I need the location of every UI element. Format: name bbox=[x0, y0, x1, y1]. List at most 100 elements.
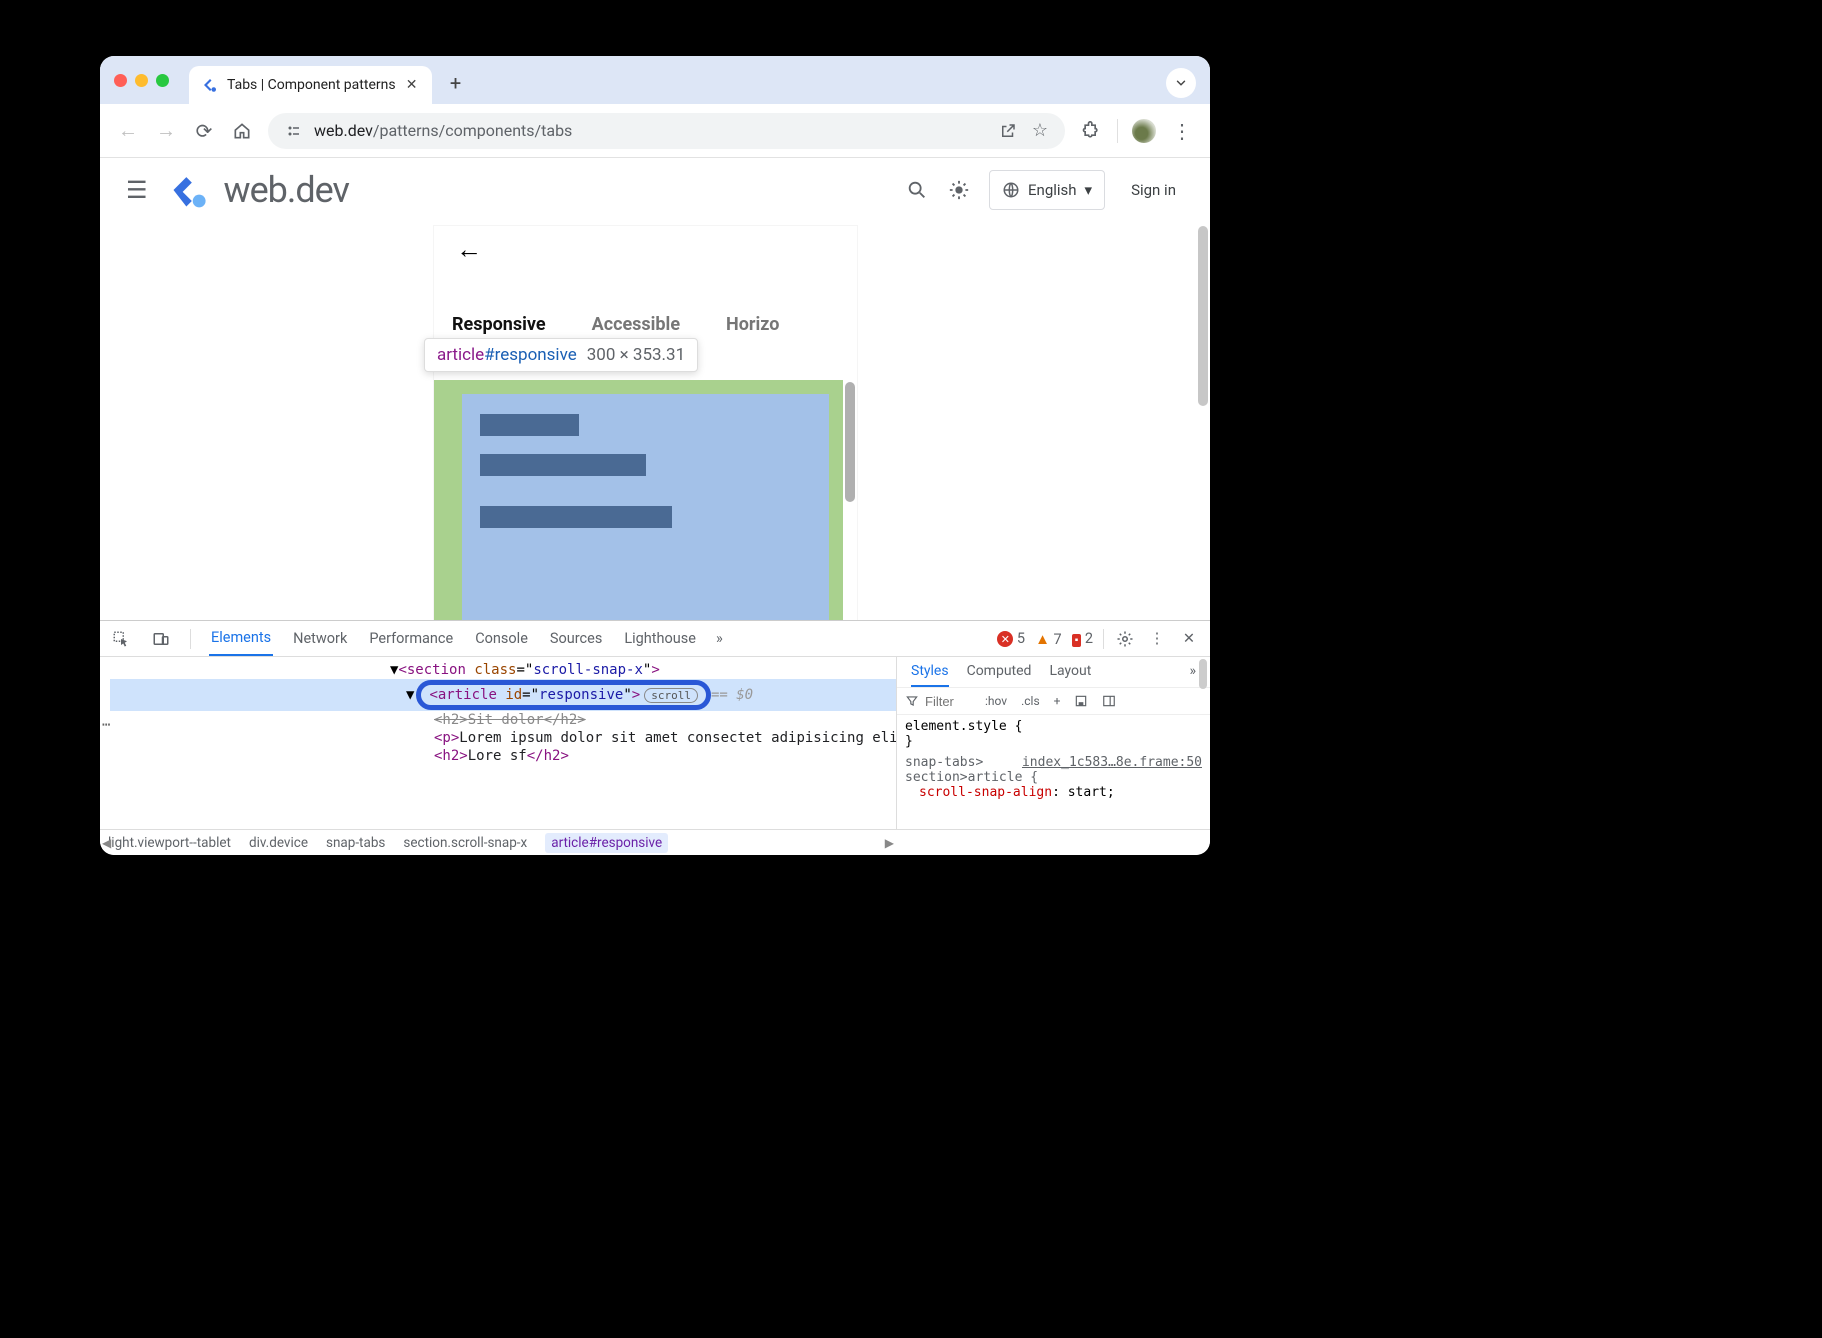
panel-network[interactable]: Network bbox=[291, 622, 349, 655]
hov-toggle[interactable]: :hov bbox=[981, 692, 1011, 710]
url-text: web.dev/patterns/components/tabs bbox=[314, 121, 572, 140]
filter-icon bbox=[905, 694, 919, 708]
close-tab-button[interactable]: ✕ bbox=[404, 77, 420, 93]
language-selector[interactable]: English ▾ bbox=[989, 170, 1105, 210]
webdev-logo-icon bbox=[168, 168, 212, 212]
devtools-panel: Elements Network Performance Console Sou… bbox=[100, 620, 1210, 855]
chevron-down-icon: ▾ bbox=[1085, 181, 1093, 199]
panel-console[interactable]: Console bbox=[473, 622, 530, 655]
reload-button[interactable]: ⟳ bbox=[192, 119, 216, 143]
back-button[interactable]: ← bbox=[116, 119, 140, 143]
tabs-dropdown-button[interactable] bbox=[1166, 68, 1196, 98]
more-styles-tabs-icon[interactable]: » bbox=[1189, 663, 1196, 687]
warning-count[interactable]: ▲ 7 bbox=[1035, 630, 1062, 648]
globe-icon bbox=[1002, 181, 1020, 199]
language-label: English bbox=[1028, 181, 1077, 199]
dollar-zero: == $0 bbox=[711, 687, 753, 703]
layout-tab[interactable]: Layout bbox=[1049, 663, 1091, 687]
maximize-window-button[interactable] bbox=[156, 74, 169, 87]
cls-toggle[interactable]: .cls bbox=[1017, 692, 1044, 710]
issues-count[interactable]: ▪ 2 bbox=[1072, 630, 1093, 647]
signin-link[interactable]: Sign in bbox=[1123, 181, 1184, 199]
menu-icon[interactable]: ☰ bbox=[126, 176, 148, 204]
placeholder-bar bbox=[480, 454, 646, 476]
separator bbox=[1103, 629, 1104, 649]
page-content: ☰ web.dev English ▾ Sign in bbox=[100, 158, 1210, 672]
computed-tab[interactable]: Computed bbox=[967, 663, 1032, 687]
crumb-ellipsis[interactable]: ⋯ bbox=[102, 717, 110, 733]
extensions-icon[interactable] bbox=[1079, 119, 1103, 143]
demo-tab-responsive[interactable]: Responsive bbox=[452, 314, 546, 335]
demo-scrollbar[interactable] bbox=[845, 382, 855, 502]
separator bbox=[1117, 119, 1118, 143]
panel-elements[interactable]: Elements bbox=[209, 621, 273, 656]
profile-avatar[interactable] bbox=[1132, 119, 1156, 143]
page-scrollbar[interactable] bbox=[1198, 226, 1208, 406]
breadcrumb-bar: ◀ light.viewport--tablet div.device snap… bbox=[100, 829, 1210, 855]
source-link[interactable]: index_1c583…8e.frame:50 bbox=[1022, 755, 1202, 770]
placeholder-bar bbox=[480, 414, 579, 436]
window-controls bbox=[114, 74, 169, 87]
brand-text: web.dev bbox=[224, 169, 349, 211]
devtools-tabbar: Elements Network Performance Console Sou… bbox=[100, 621, 1210, 657]
site-info-icon[interactable] bbox=[282, 120, 304, 142]
more-panels-icon[interactable]: » bbox=[716, 630, 723, 647]
devtools-menu-icon[interactable]: ⋮ bbox=[1146, 628, 1168, 650]
dom-tree[interactable]: ⋯ ▼<section class="scroll-snap-x"> ▼ <ar… bbox=[100, 657, 896, 829]
device-mode-icon[interactable] bbox=[150, 628, 172, 650]
crumb-scroll-right[interactable]: ▶ bbox=[885, 836, 894, 850]
tab-strip: Tabs | Component patterns ✕ + bbox=[100, 56, 1210, 104]
address-bar[interactable]: web.dev/patterns/components/tabs ☆ bbox=[268, 113, 1065, 149]
demo-tab-accessible[interactable]: Accessible bbox=[592, 314, 680, 335]
sidebar-toggle-icon[interactable] bbox=[1098, 692, 1120, 710]
bookmark-icon[interactable]: ☆ bbox=[1029, 120, 1051, 142]
demo-back-button[interactable]: ← bbox=[456, 234, 482, 265]
styles-tabs: Styles Computed Layout » bbox=[897, 657, 1210, 688]
inspect-tool-icon[interactable] bbox=[110, 628, 132, 650]
browser-menu-button[interactable]: ⋮ bbox=[1170, 119, 1194, 143]
styles-scrollbar[interactable] bbox=[1199, 659, 1207, 689]
dom-line: <h2>Sit dolor</h2> bbox=[434, 712, 586, 728]
site-logo[interactable]: web.dev bbox=[168, 168, 349, 212]
selected-dom-node[interactable]: <article id="responsive">scroll bbox=[416, 680, 711, 710]
search-icon[interactable] bbox=[905, 178, 929, 202]
settings-icon[interactable] bbox=[1114, 628, 1136, 650]
demo-card bbox=[462, 394, 829, 654]
filter-input[interactable] bbox=[925, 694, 975, 709]
browser-tab[interactable]: Tabs | Component patterns ✕ bbox=[189, 66, 432, 104]
styles-tab[interactable]: Styles bbox=[911, 663, 949, 687]
styles-rules[interactable]: element.style { } snap-tabs>index_1c583…… bbox=[897, 715, 1210, 829]
home-button[interactable] bbox=[230, 119, 254, 143]
new-tab-button[interactable]: + bbox=[442, 69, 470, 97]
browser-toolbar: ← → ⟳ web.dev/patterns/components/tabs ☆… bbox=[100, 104, 1210, 158]
placeholder-bar bbox=[480, 506, 672, 528]
open-external-icon[interactable] bbox=[997, 120, 1019, 142]
close-devtools-button[interactable]: ✕ bbox=[1178, 628, 1200, 650]
styles-pane: Styles Computed Layout » :hov .cls + ele… bbox=[896, 657, 1210, 829]
crumb-scroll-left[interactable]: ◀ bbox=[102, 836, 111, 850]
crumb[interactable]: snap-tabs bbox=[326, 835, 385, 851]
crumb-active[interactable]: article#responsive bbox=[545, 833, 668, 853]
separator bbox=[190, 629, 191, 649]
demo-tab-horizontal[interactable]: Horizo bbox=[726, 314, 779, 335]
crumb[interactable]: section.scroll-snap-x bbox=[403, 835, 527, 851]
element-tooltip: article#responsive300 × 353.31 bbox=[424, 338, 698, 372]
scroll-badge[interactable]: scroll bbox=[644, 688, 698, 703]
styles-toolbar: :hov .cls + bbox=[897, 688, 1210, 715]
error-count[interactable]: ✕ 5 bbox=[997, 630, 1025, 648]
forward-button[interactable]: → bbox=[154, 119, 178, 143]
tab-title: Tabs | Component patterns bbox=[227, 77, 396, 93]
panel-performance[interactable]: Performance bbox=[367, 622, 455, 655]
computed-toggle-icon[interactable] bbox=[1070, 692, 1092, 710]
theme-toggle-icon[interactable] bbox=[947, 178, 971, 202]
minimize-window-button[interactable] bbox=[135, 74, 148, 87]
browser-window: Tabs | Component patterns ✕ + ← → ⟳ web.… bbox=[100, 56, 1210, 855]
crumb[interactable]: light.viewport--tablet bbox=[108, 835, 231, 851]
panel-lighthouse[interactable]: Lighthouse bbox=[622, 622, 698, 655]
close-window-button[interactable] bbox=[114, 74, 127, 87]
panel-sources[interactable]: Sources bbox=[548, 622, 604, 655]
crumb[interactable]: div.device bbox=[249, 835, 308, 851]
demo-tabs: Responsive Accessible Horizo bbox=[452, 314, 857, 335]
new-rule-icon[interactable]: + bbox=[1050, 692, 1065, 710]
expand-toggle[interactable]: ▼ bbox=[406, 687, 414, 703]
